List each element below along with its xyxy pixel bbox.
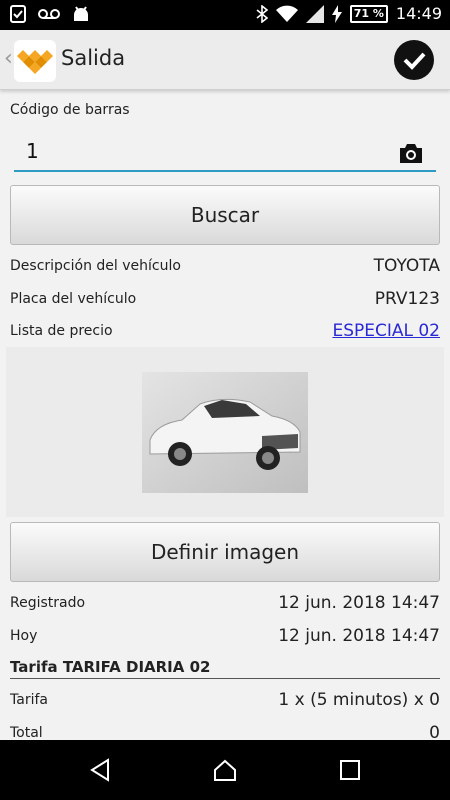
signal-icon — [305, 4, 324, 23]
barcode-label: Código de barras — [10, 102, 130, 118]
vehicle-description-value: TOYOTA — [373, 256, 440, 276]
rate-value: 1 x (5 minutos) x 0 — [278, 690, 440, 710]
price-list-link[interactable]: ESPECIAL 02 — [332, 321, 440, 341]
total-label: Total — [10, 725, 43, 740]
vehicle-description-label: Descripción del vehículo — [10, 258, 181, 274]
wifi-icon — [275, 5, 298, 22]
registered-value: 12 jun. 2018 14:47 — [278, 593, 440, 613]
nav-back-icon[interactable] — [88, 758, 112, 782]
camera-icon[interactable] — [398, 142, 424, 164]
checkbox-icon — [10, 5, 26, 23]
charging-icon — [331, 4, 342, 23]
barcode-input[interactable] — [14, 132, 436, 172]
define-image-button[interactable]: Definir imagen — [10, 522, 440, 582]
search-button[interactable]: Buscar — [10, 185, 440, 245]
status-bar: 71 % 14:49 — [0, 0, 450, 30]
page-title: Salida — [61, 46, 126, 70]
battery-icon: 71 % — [349, 4, 388, 23]
tariff-heading: Tarifa TARIFA DIARIA 02 — [10, 658, 211, 676]
vehicle-image-area — [6, 347, 444, 517]
vehicle-plate-value: PRV123 — [374, 289, 440, 309]
registered-label: Registrado — [10, 595, 86, 611]
price-list-label: Lista de precio — [10, 323, 113, 339]
content-area[interactable]: Código de barras Buscar Descripción del … — [0, 92, 450, 740]
android-icon — [74, 6, 88, 21]
section-divider — [10, 678, 440, 679]
total-value: 0 — [429, 723, 440, 740]
back-chevron-icon[interactable]: ‹ — [4, 46, 13, 71]
today-label: Hoy — [10, 628, 38, 644]
navigation-bar — [0, 740, 450, 800]
today-value: 12 jun. 2018 14:47 — [278, 626, 440, 646]
app-bar: ‹ Salida — [0, 30, 450, 90]
bluetooth-icon — [256, 4, 268, 23]
nav-recents-icon[interactable] — [338, 758, 362, 782]
vehicle-photo — [142, 372, 308, 493]
clock: 14:49 — [395, 4, 442, 23]
check-circle-icon[interactable] — [394, 40, 434, 80]
app-logo-icon[interactable] — [14, 40, 56, 82]
rate-label: Tarifa — [10, 692, 48, 708]
vehicle-plate-label: Placa del vehículo — [10, 291, 137, 307]
nav-home-icon[interactable] — [213, 758, 237, 782]
voicemail-icon — [38, 9, 60, 19]
